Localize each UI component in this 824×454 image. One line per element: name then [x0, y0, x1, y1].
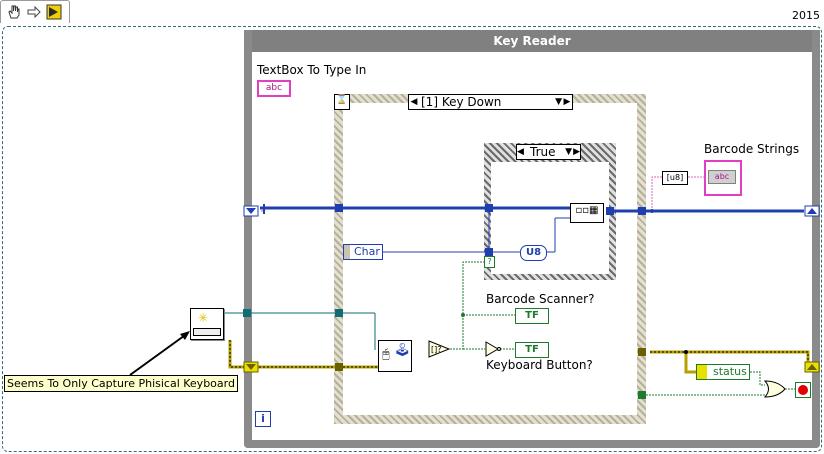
barcode-strings-indicator[interactable]: abc — [704, 160, 742, 196]
status-label: status — [713, 365, 747, 378]
star-icon: ✳ — [198, 311, 209, 325]
u8-convert-node: U8 — [520, 245, 547, 261]
barcode-strings-label: Barcode Strings — [704, 142, 800, 156]
empty-array-node: []? — [428, 340, 451, 358]
mouse-icon: 🖰 — [382, 347, 390, 362]
char-label: Char — [354, 245, 380, 258]
keyboard-button-indicator[interactable]: TF — [515, 342, 549, 358]
byte-array-to-string-node: [u8] — [662, 171, 688, 185]
build-array-node: ▫▫▦ — [570, 203, 604, 223]
stop-icon[interactable] — [795, 382, 811, 398]
char-event-data: Char — [343, 244, 383, 260]
barcode-strings-glyph: abc — [708, 170, 736, 184]
keyboard-button-label: Keyboard Button? — [486, 358, 593, 372]
joystick-icon: 🕹 — [394, 343, 411, 358]
barcode-scanner-label: Barcode Scanner? — [486, 292, 595, 306]
barcode-scanner-indicator[interactable]: TF — [515, 308, 549, 324]
keyboard-icon — [193, 328, 221, 336]
case-selector-terminal: ? — [484, 256, 495, 268]
comment-label: Seems To Only Capture Phisical Keyboard — [4, 375, 238, 392]
svg-text:[]?: []? — [431, 345, 442, 354]
keyboard-acquire-node: ✳ — [190, 308, 224, 340]
acquire-input-node: 🖰 🕹 — [378, 340, 412, 372]
not-gate-node — [485, 341, 501, 357]
status-unbundle-node: status — [696, 364, 750, 380]
or-gate-node — [763, 380, 786, 398]
